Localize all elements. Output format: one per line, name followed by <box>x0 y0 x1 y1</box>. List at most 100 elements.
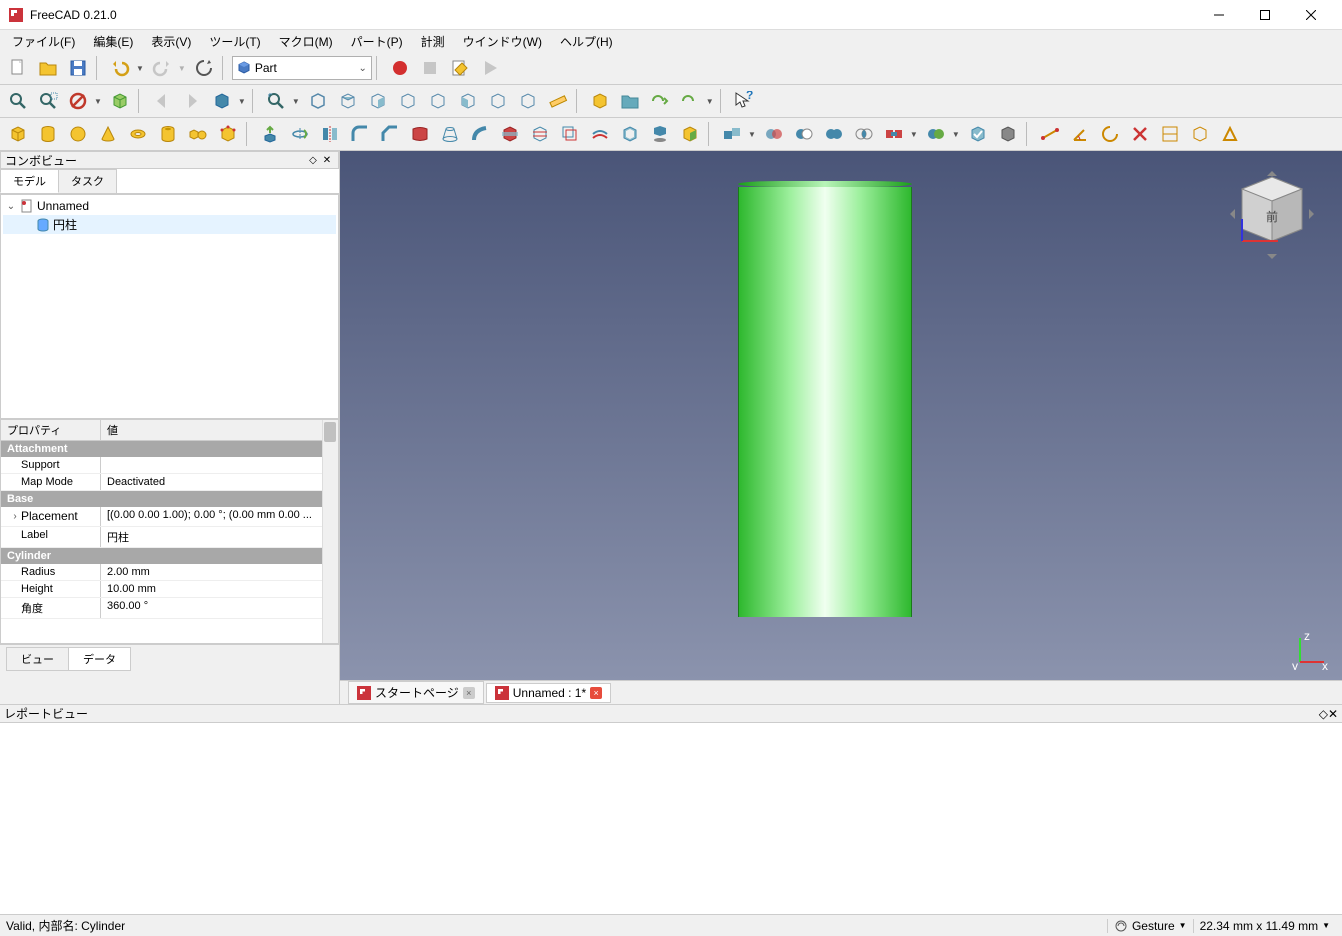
nav-back-button[interactable] <box>148 87 176 115</box>
measure-button[interactable] <box>544 87 572 115</box>
undo-button[interactable] <box>106 54 134 82</box>
menu-tools[interactable]: ツール(T) <box>201 31 268 52</box>
close-button[interactable] <box>1288 0 1334 30</box>
macro-record-button[interactable] <box>386 54 414 82</box>
maximize-button[interactable] <box>1242 0 1288 30</box>
view-front-button[interactable] <box>304 87 332 115</box>
group-create-button[interactable] <box>616 87 644 115</box>
whats-this-button[interactable]: ? <box>730 87 758 115</box>
cone-primitive-button[interactable] <box>94 120 122 148</box>
boolean-button[interactable] <box>760 120 788 148</box>
macro-edit-button[interactable] <box>446 54 474 82</box>
macro-stop-button[interactable] <box>416 54 444 82</box>
dimensions-display[interactable]: 22.34 mm x 11.49 mm ▼ <box>1193 919 1336 933</box>
link-button[interactable] <box>208 87 236 115</box>
mirror-button[interactable] <box>316 120 344 148</box>
measure-clear-button[interactable] <box>1126 120 1154 148</box>
measure-toggle-delta-button[interactable] <box>1216 120 1244 148</box>
model-tree[interactable]: ⌄ Unnamed 円柱 <box>0 194 339 419</box>
prop-placement-value[interactable]: [(0.00 0.00 1.00); 0.00 °; (0.00 mm 0.00… <box>101 507 338 526</box>
join-dropdown[interactable]: ▼ <box>908 130 920 139</box>
undo-dropdown[interactable]: ▼ <box>134 64 146 73</box>
nav-forward-button[interactable] <box>178 87 206 115</box>
view-iso-button[interactable] <box>484 87 512 115</box>
split-dropdown[interactable]: ▼ <box>950 130 962 139</box>
measure-linear-button[interactable] <box>1036 120 1064 148</box>
report-close-button[interactable]: ✕ <box>1328 707 1338 721</box>
extrude-button[interactable] <box>256 120 284 148</box>
macro-play-button[interactable] <box>476 54 504 82</box>
fit-selection-button[interactable] <box>34 87 62 115</box>
tab-data[interactable]: データ <box>68 647 131 671</box>
property-scrollbar[interactable] <box>322 420 338 643</box>
torus-primitive-button[interactable] <box>124 120 152 148</box>
measure-angular-button[interactable] <box>1066 120 1094 148</box>
navigation-cube[interactable]: 前 <box>1222 169 1322 269</box>
thickness-button[interactable] <box>616 120 644 148</box>
nav-style-selector[interactable]: Gesture ▼ <box>1107 919 1193 933</box>
prop-height-value[interactable]: 10.00 mm <box>101 581 338 597</box>
union-button[interactable] <box>820 120 848 148</box>
intersection-button[interactable] <box>850 120 878 148</box>
cut-button[interactable] <box>790 120 818 148</box>
loft-button[interactable] <box>436 120 464 148</box>
redo-button[interactable] <box>148 54 176 82</box>
prop-radius-value[interactable]: 2.00 mm <box>101 564 338 580</box>
minimize-button[interactable] <box>1196 0 1242 30</box>
refresh-button[interactable] <box>190 54 218 82</box>
prop-label-value[interactable]: 円柱 <box>101 527 338 547</box>
open-button[interactable] <box>34 54 62 82</box>
menu-edit[interactable]: 編集(E) <box>85 31 141 52</box>
ruled-surface-button[interactable] <box>406 120 434 148</box>
workbench-selector[interactable]: Part ⌄ <box>232 56 372 80</box>
chamfer-button[interactable] <box>376 120 404 148</box>
menu-part[interactable]: パート(P) <box>343 31 411 52</box>
tab-start-page[interactable]: スタートページ × <box>348 681 484 704</box>
bounding-box-button[interactable] <box>106 87 134 115</box>
sweep-button[interactable] <box>466 120 494 148</box>
expand-icon[interactable]: ⌄ <box>5 201 17 212</box>
primitives-button[interactable] <box>184 120 212 148</box>
tree-item-cylinder[interactable]: 円柱 <box>3 215 336 234</box>
draw-style-dropdown[interactable]: ▼ <box>92 97 104 106</box>
link-actions-dropdown[interactable]: ▼ <box>704 97 716 106</box>
placement-expand[interactable]: › <box>9 509 21 524</box>
close-tab-icon[interactable]: × <box>463 687 475 699</box>
link-dropdown[interactable]: ▼ <box>236 97 248 106</box>
view-rear-button[interactable] <box>394 87 422 115</box>
offset2d-button[interactable] <box>586 120 614 148</box>
check-geometry-button[interactable] <box>964 120 992 148</box>
cylinder-primitive-button[interactable] <box>34 120 62 148</box>
view-top-button[interactable] <box>334 87 362 115</box>
close-tab-icon[interactable]: × <box>590 687 602 699</box>
report-content[interactable] <box>0 723 1342 914</box>
cylinder-3d-object[interactable] <box>738 181 912 617</box>
menu-macro[interactable]: マクロ(M) <box>271 31 341 52</box>
prop-mapmode-value[interactable]: Deactivated <box>101 474 338 490</box>
link-make-button[interactable] <box>646 87 674 115</box>
view-dimetric-button[interactable] <box>514 87 542 115</box>
prop-support-value[interactable] <box>101 457 338 473</box>
draw-style-button[interactable] <box>64 87 92 115</box>
prop-angle-value[interactable]: 360.00 ° <box>101 598 338 618</box>
view-left-button[interactable] <box>454 87 482 115</box>
offset3d-button[interactable] <box>556 120 584 148</box>
menu-window[interactable]: ウインドウ(W) <box>455 31 550 52</box>
fillet-button[interactable] <box>346 120 374 148</box>
isometric-button[interactable] <box>262 87 290 115</box>
fit-all-button[interactable] <box>4 87 32 115</box>
link-actions-button[interactable] <box>676 87 704 115</box>
panel-close-button[interactable]: ✕ <box>320 153 334 167</box>
tree-doc-row[interactable]: ⌄ Unnamed <box>3 197 336 215</box>
compound-dropdown[interactable]: ▼ <box>746 130 758 139</box>
color-per-face-button[interactable] <box>676 120 704 148</box>
tab-task[interactable]: タスク <box>58 169 117 193</box>
menu-measure[interactable]: 計測 <box>413 31 453 52</box>
part-create-button[interactable] <box>586 87 614 115</box>
join-connect-button[interactable] <box>880 120 908 148</box>
section-button[interactable] <box>496 120 524 148</box>
sphere-primitive-button[interactable] <box>64 120 92 148</box>
save-button[interactable] <box>64 54 92 82</box>
tab-view[interactable]: ビュー <box>6 647 69 671</box>
revolve-button[interactable] <box>286 120 314 148</box>
